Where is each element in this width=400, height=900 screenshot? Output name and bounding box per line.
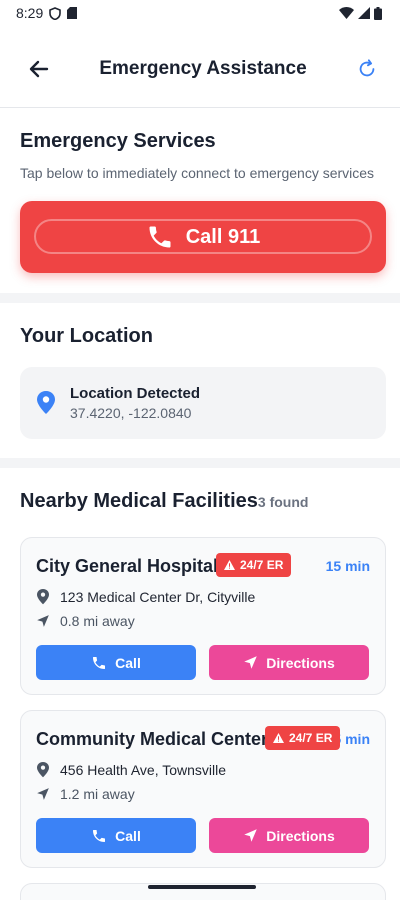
facility-card: Community Medical Center 25 min 24/7 ER … <box>20 710 386 868</box>
shield-status-icon <box>49 6 62 20</box>
facility-distance-row: 0.8 mi away <box>36 613 135 629</box>
directions-button[interactable]: Directions <box>209 645 369 680</box>
refresh-button[interactable] <box>352 54 382 84</box>
directions-button-label: Directions <box>266 654 335 671</box>
warning-icon <box>224 560 235 570</box>
facility-address: 123 Medical Center Dr, Cityville <box>60 589 256 605</box>
wifi-icon <box>339 7 354 19</box>
er-badge: 24/7 ER <box>265 726 341 750</box>
location-pin-icon <box>37 762 49 778</box>
warning-icon <box>273 733 284 743</box>
facilities-header: Nearby Medical Facilities 3 found <box>20 490 308 513</box>
facility-distance: 1.2 mi away <box>60 786 135 802</box>
call-911-button[interactable]: Call 911 <box>20 201 386 273</box>
sim-card-icon <box>67 7 78 19</box>
location-status: Location Detected <box>70 385 201 402</box>
facilities-count: 3 found <box>257 494 309 510</box>
location-section: Your Location <box>0 325 400 348</box>
navigation-arrow-icon <box>244 656 258 669</box>
battery-icon <box>374 6 382 20</box>
cell-signal-icon <box>358 7 370 19</box>
facility-distance: 0.8 mi away <box>60 613 135 629</box>
status-bar: 8:29 <box>0 0 400 26</box>
call-button-label: Call <box>115 654 141 671</box>
facility-card: City General Hospital 24/7 ER 15 min 123… <box>20 537 386 695</box>
phone-icon <box>93 656 106 669</box>
emergency-subtitle: Tap below to immediately connect to emer… <box>20 165 375 181</box>
facility-eta: 15 min <box>325 558 370 574</box>
phone-icon <box>93 829 106 842</box>
status-time: 8:29 <box>16 5 44 21</box>
back-button[interactable] <box>24 54 54 84</box>
location-card: Location Detected 37.4220, -122.0840 <box>20 367 386 439</box>
emergency-section: Emergency Services Tap below to immediat… <box>0 130 400 181</box>
er-badge-label: 24/7 ER <box>240 558 284 572</box>
facilities-title: Nearby Medical Facilities <box>20 490 258 512</box>
app-bar: Emergency Assistance <box>0 30 400 108</box>
location-pin-icon <box>37 589 49 605</box>
page-title: Emergency Assistance <box>99 57 307 79</box>
facility-address-row: 123 Medical Center Dr, Cityville <box>36 589 255 605</box>
call-911-label: Call 911 <box>185 225 261 248</box>
facility-name: Community Medical Center <box>36 729 269 749</box>
er-badge: 24/7 ER <box>216 553 292 577</box>
facility-name: City General Hospital <box>36 556 219 576</box>
facility-address: 456 Health Ave, Townsville <box>60 762 227 778</box>
section-divider <box>0 293 400 303</box>
directions-button-label: Directions <box>266 827 335 844</box>
call-button-label: Call <box>115 827 141 844</box>
facility-distance-row: 1.2 mi away <box>36 786 135 802</box>
home-indicator <box>148 885 256 889</box>
navigation-arrow-icon <box>37 788 49 800</box>
refresh-icon <box>359 58 375 76</box>
call-facility-button[interactable]: Call <box>36 645 196 680</box>
location-coords: 37.4220, -122.0840 <box>70 405 192 421</box>
map-pin-icon <box>37 391 55 414</box>
directions-button[interactable]: Directions <box>209 818 369 853</box>
facility-address-row: 456 Health Ave, Townsville <box>36 762 226 778</box>
arrow-left-icon <box>29 60 49 77</box>
location-title: Your Location <box>20 325 153 347</box>
er-badge-label: 24/7 ER <box>289 731 333 745</box>
emergency-title: Emergency Services <box>20 130 216 152</box>
navigation-arrow-icon <box>37 615 49 627</box>
section-divider <box>0 458 400 468</box>
call-facility-button[interactable]: Call <box>36 818 196 853</box>
navigation-arrow-icon <box>244 829 258 842</box>
phone-icon <box>149 226 171 248</box>
